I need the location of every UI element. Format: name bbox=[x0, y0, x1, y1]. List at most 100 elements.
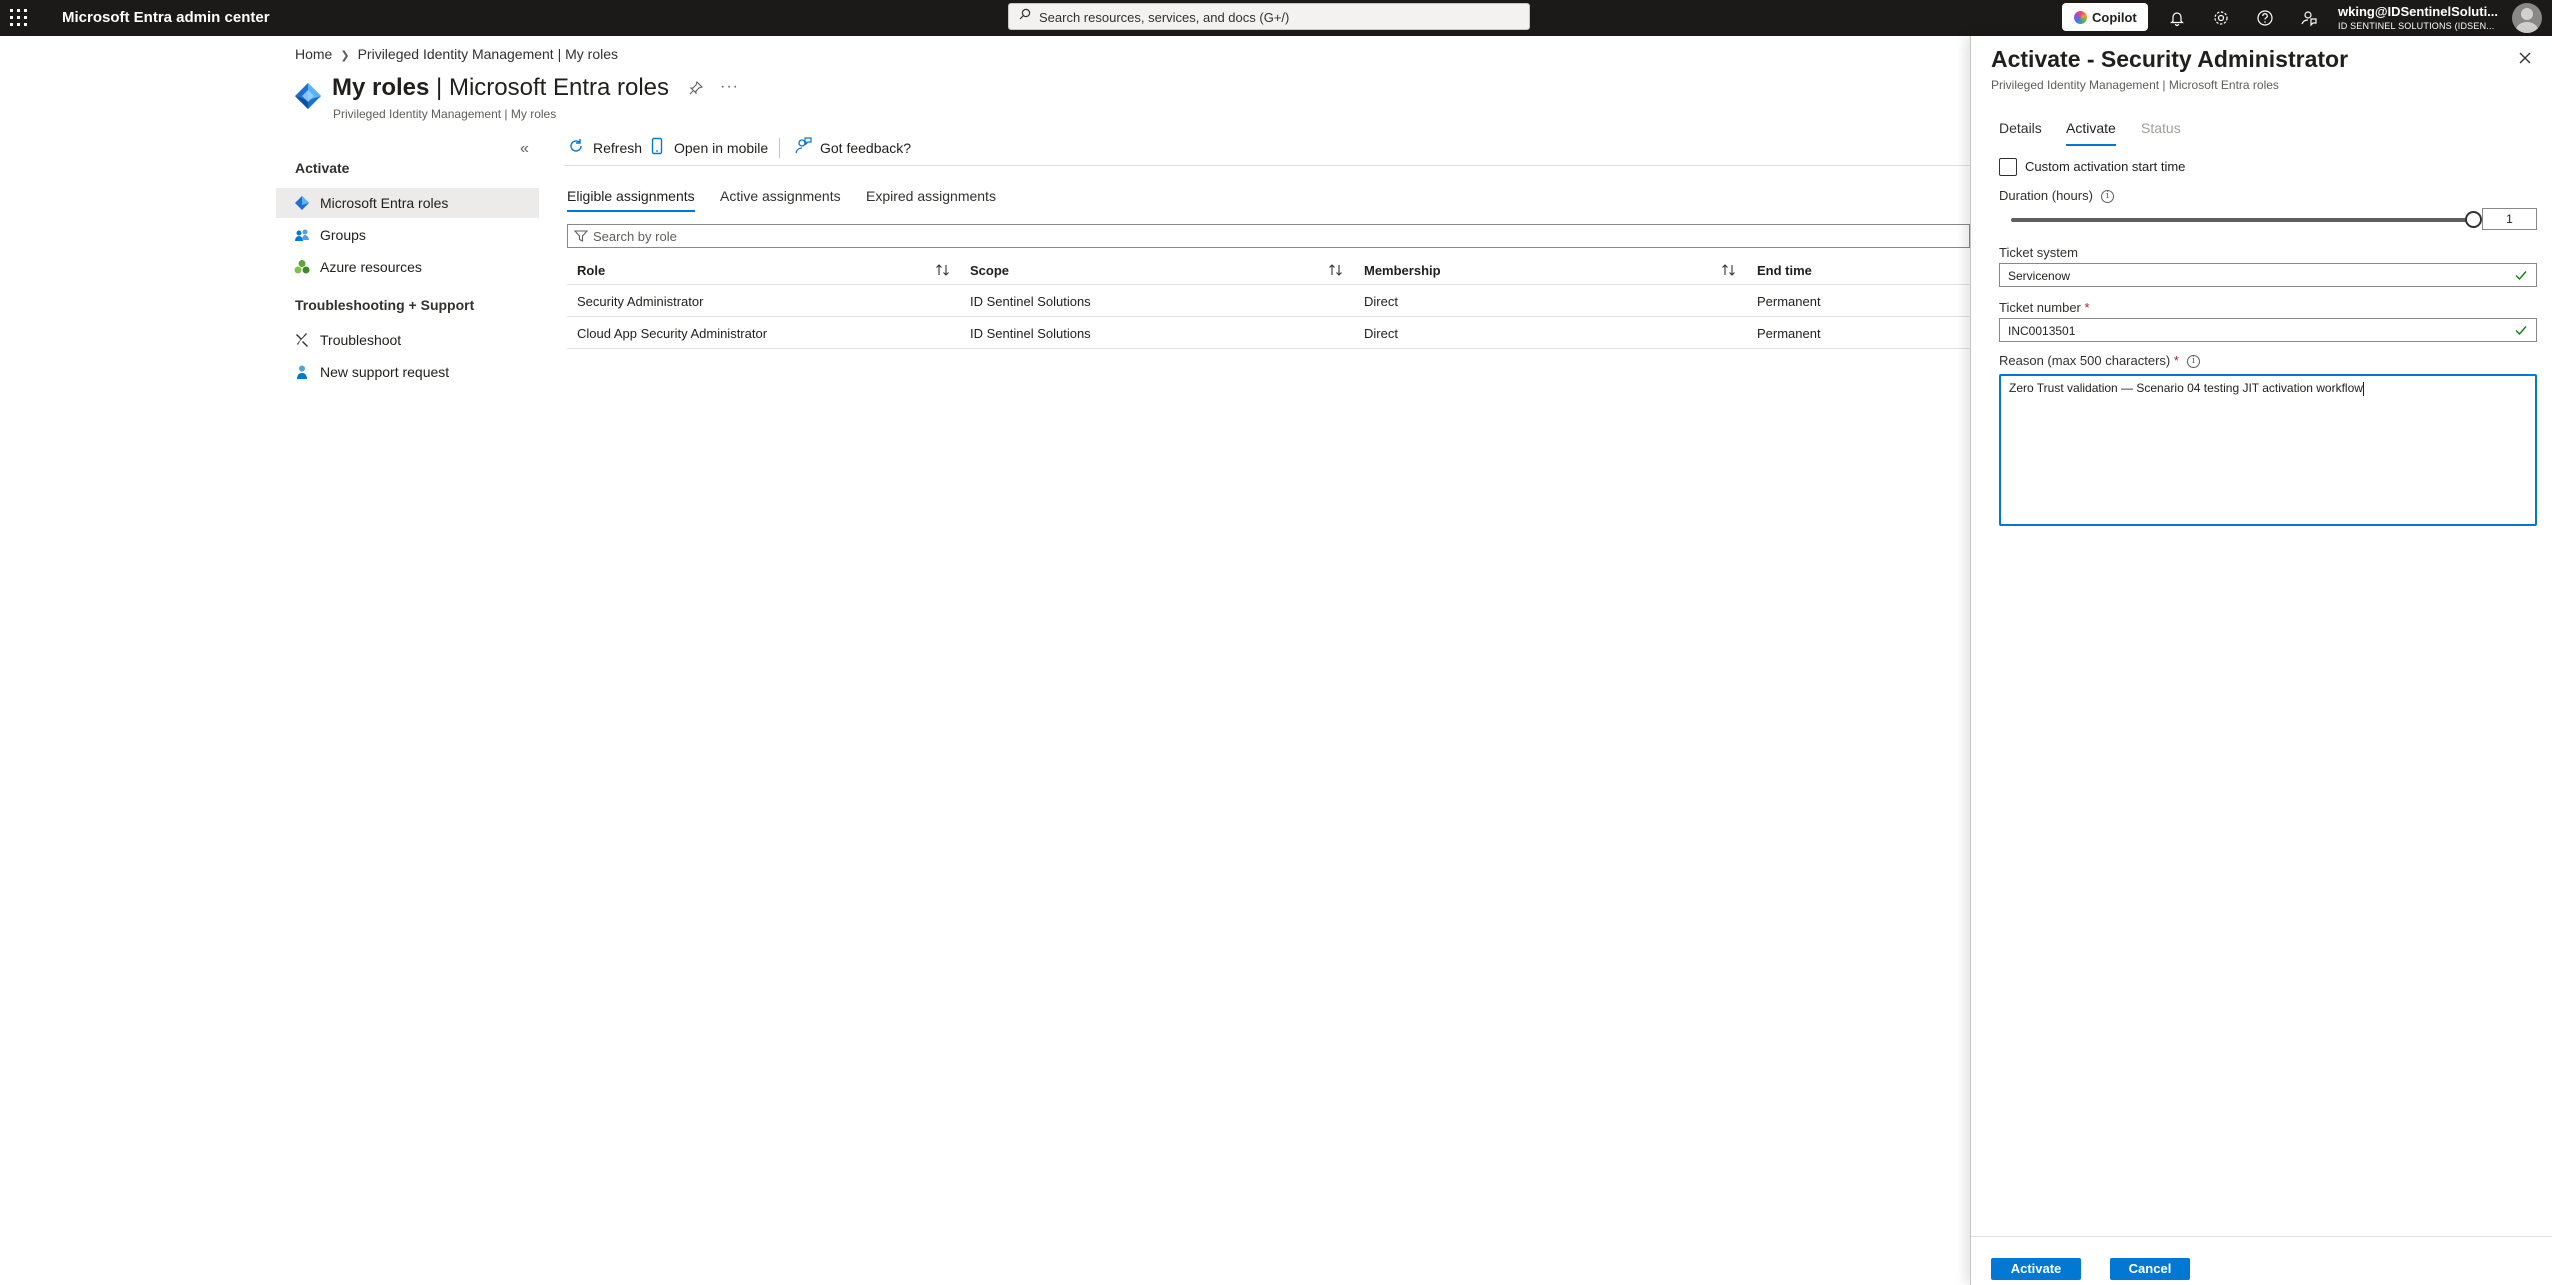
reason-value: Zero Trust validation — Scenario 04 test… bbox=[2009, 381, 2364, 396]
required-marker: * bbox=[2173, 353, 2179, 368]
sort-icon[interactable] bbox=[1328, 263, 1344, 277]
reason-textarea[interactable]: Zero Trust validation — Scenario 04 test… bbox=[1999, 374, 2537, 526]
app-title[interactable]: Microsoft Entra admin center bbox=[62, 9, 270, 26]
ticket-number-label: Ticket number * bbox=[1999, 300, 2090, 315]
mobile-phone-icon bbox=[651, 137, 663, 155]
cell-scope: ID Sentinel Solutions bbox=[970, 326, 1091, 341]
chevron-right-icon: ❯ bbox=[340, 50, 350, 62]
custom-start-time-checkbox[interactable] bbox=[1999, 158, 2017, 176]
column-header-membership[interactable]: Membership bbox=[1364, 263, 1441, 278]
tab-details[interactable]: Details bbox=[1999, 120, 2042, 146]
nav-section-activate: Activate bbox=[295, 160, 350, 176]
tab-eligible-assignments[interactable]: Eligible assignments bbox=[567, 188, 695, 212]
account-tenant[interactable]: ID SENTINEL SOLUTIONS (IDSEN... bbox=[2338, 21, 2494, 31]
sidebar-item-new-support-request[interactable]: New support request bbox=[276, 357, 539, 387]
copilot-label: Copilot bbox=[2092, 10, 2137, 25]
cell-membership: Direct bbox=[1364, 294, 1398, 309]
copilot-button[interactable]: Copilot bbox=[2062, 3, 2148, 31]
search-placeholder: Search resources, services, and docs (G+… bbox=[1039, 10, 1290, 25]
copilot-icon bbox=[2074, 11, 2087, 24]
account-name[interactable]: wking@IDSentinelSoluti... bbox=[2338, 4, 2498, 19]
feedback-icon[interactable] bbox=[2297, 6, 2321, 30]
sidebar-item-label: New support request bbox=[320, 364, 450, 380]
text-caret bbox=[2362, 381, 2364, 396]
page-subtitle: Privileged Identity Management | My role… bbox=[333, 107, 557, 121]
reason-text: Zero Trust validation — Scenario 04 test… bbox=[2009, 381, 2363, 395]
breadcrumb-home[interactable]: Home bbox=[295, 46, 332, 62]
panel-title: Activate - Security Administrator bbox=[1991, 46, 2349, 72]
cancel-button[interactable]: Cancel bbox=[2110, 1258, 2190, 1280]
info-icon[interactable]: i bbox=[2100, 190, 2114, 204]
reason-label: Reason (max 500 characters) * i bbox=[1999, 353, 2200, 369]
more-options-icon[interactable]: ··· bbox=[720, 78, 739, 96]
footer-divider bbox=[1971, 1236, 2552, 1237]
feedback-label: Got feedback? bbox=[820, 140, 912, 156]
breadcrumb-current[interactable]: Privileged Identity Management | My role… bbox=[358, 46, 618, 62]
duration-label-text: Duration (hours) bbox=[1999, 188, 2093, 203]
sidebar-item-label: Groups bbox=[320, 227, 366, 243]
checkmark-icon bbox=[2515, 326, 2527, 336]
notifications-bell-icon[interactable] bbox=[2165, 6, 2189, 30]
ticket-system-input[interactable]: Servicenow bbox=[1999, 263, 2537, 287]
column-header-end-time[interactable]: End time bbox=[1757, 263, 1812, 278]
tab-activate[interactable]: Activate bbox=[2066, 120, 2116, 146]
help-icon[interactable] bbox=[2253, 6, 2277, 30]
sidebar-item-entra-roles[interactable]: Microsoft Entra roles bbox=[276, 188, 539, 218]
duration-input[interactable]: 1 bbox=[2482, 208, 2537, 230]
custom-start-time-label: Custom activation start time bbox=[2025, 159, 2186, 174]
activate-role-panel: Activate - Security Administrator Privil… bbox=[1970, 36, 2552, 1285]
duration-slider-track[interactable] bbox=[2011, 218, 2473, 222]
sort-icon[interactable] bbox=[935, 263, 951, 277]
close-icon[interactable] bbox=[2515, 48, 2535, 68]
filter-icon bbox=[574, 230, 588, 242]
feedback-person-icon bbox=[795, 137, 812, 154]
cell-end-time: Permanent bbox=[1757, 294, 1821, 309]
cell-end-time: Permanent bbox=[1757, 326, 1821, 341]
refresh-label: Refresh bbox=[593, 140, 643, 156]
sidebar-item-label: Microsoft Entra roles bbox=[320, 195, 449, 211]
tab-expired-assignments[interactable]: Expired assignments bbox=[866, 188, 996, 212]
sidebar-item-label: Troubleshoot bbox=[320, 332, 402, 348]
search-by-role-placeholder: Search by role bbox=[593, 229, 677, 244]
search-icon bbox=[1019, 8, 1031, 20]
duration-slider-thumb[interactable] bbox=[2465, 211, 2482, 228]
nav-section-support: Troubleshooting + Support bbox=[295, 297, 475, 313]
azure-resources-icon bbox=[294, 260, 310, 274]
ticket-system-label: Ticket system bbox=[1999, 245, 2078, 260]
required-marker: * bbox=[2084, 300, 2090, 315]
tab-status[interactable]: Status bbox=[2141, 120, 2181, 146]
panel-subtitle: Privileged Identity Management | Microso… bbox=[1991, 78, 2279, 92]
table-header: Role Scope Membership End time bbox=[567, 255, 1970, 285]
tab-active-assignments[interactable]: Active assignments bbox=[720, 188, 841, 212]
avatar[interactable] bbox=[2512, 3, 2542, 33]
activate-button[interactable]: Activate bbox=[1991, 1258, 2081, 1280]
global-search-input[interactable]: Search resources, services, and docs (G+… bbox=[1008, 3, 1530, 30]
ticket-system-value: Servicenow bbox=[2008, 269, 2071, 283]
breadcrumb: Home ❯ Privileged Identity Management | My… bbox=[295, 46, 618, 62]
ticket-number-input[interactable]: INC0013501 bbox=[1999, 318, 2537, 342]
info-icon[interactable]: i bbox=[2186, 355, 2200, 369]
command-divider bbox=[779, 138, 780, 158]
cell-role: Cloud App Security Administrator bbox=[577, 326, 768, 341]
entra-diamond-icon bbox=[295, 83, 321, 109]
entra-diamond-icon bbox=[295, 196, 309, 210]
settings-gear-icon[interactable] bbox=[2209, 6, 2233, 30]
command-bar-divider bbox=[564, 165, 1970, 166]
sidebar-item-groups[interactable]: Groups bbox=[276, 220, 539, 250]
sidebar-item-azure-resources[interactable]: Azure resources bbox=[276, 252, 539, 282]
sidebar-item-label: Azure resources bbox=[320, 259, 422, 275]
table-row[interactable]: Cloud App Security Administrator ID Sent… bbox=[567, 317, 1970, 349]
pin-icon[interactable] bbox=[688, 80, 704, 96]
app-launcher-icon[interactable] bbox=[10, 9, 28, 27]
table-row[interactable]: Security Administrator ID Sentinel Solut… bbox=[567, 285, 1970, 317]
sidebar-item-troubleshoot[interactable]: Troubleshoot bbox=[276, 325, 539, 355]
column-header-role[interactable]: Role bbox=[577, 263, 605, 278]
collapse-nav-icon[interactable]: « bbox=[520, 140, 529, 158]
page-title: My roles | Microsoft Entra roles bbox=[332, 74, 669, 102]
search-by-role-input[interactable]: Search by role bbox=[567, 224, 1970, 248]
refresh-icon bbox=[570, 139, 582, 152]
sort-icon[interactable] bbox=[1721, 263, 1737, 277]
column-header-scope[interactable]: Scope bbox=[970, 263, 1009, 278]
ticket-number-label-text: Ticket number bbox=[1999, 300, 2081, 315]
duration-label: Duration (hours) i bbox=[1999, 188, 2114, 204]
